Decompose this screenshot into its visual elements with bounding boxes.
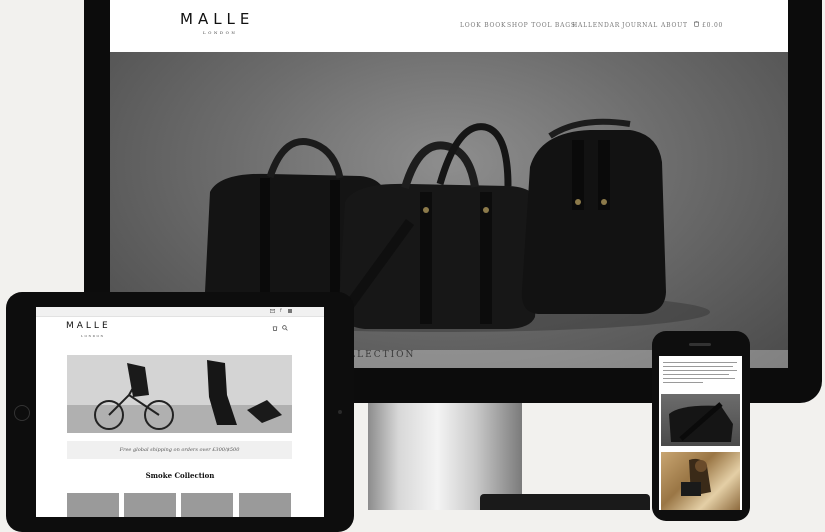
cart-total[interactable]: £0.00 [702, 22, 723, 29]
mobile-text-line [663, 370, 737, 371]
tablet-logo-subtitle: LONDON [81, 334, 105, 338]
mobile-text-line [663, 382, 703, 383]
cyclist-photo [67, 355, 292, 433]
site-logo[interactable]: MALLE [180, 10, 254, 28]
bag-photo [669, 402, 733, 442]
site-header: MALLE LONDON LOOK BOOK SHOP TOOL BAGS HA… [110, 0, 788, 52]
cart-icon[interactable] [272, 325, 278, 331]
tablet-website: f MALLE LONDON Free global shipping on o… [36, 307, 324, 517]
ipad-home-button [14, 405, 30, 421]
lifestyle-photo [681, 458, 711, 496]
product-thumb[interactable] [67, 493, 119, 517]
site-logo-subtitle: LONDON [203, 30, 238, 35]
facebook-icon[interactable]: f [280, 308, 282, 314]
mobile-text-line [663, 374, 729, 375]
tablet-top-bar: f [36, 307, 324, 317]
mobile-text-line [663, 378, 735, 379]
imac-stand-base [480, 494, 650, 510]
tablet-hero-photo [67, 355, 292, 433]
nav-journal[interactable]: JOURNAL [622, 22, 658, 29]
shipping-banner: Free global shipping on orders over £300… [67, 441, 292, 459]
envelope-icon[interactable] [270, 309, 275, 313]
product-thumb[interactable] [181, 493, 233, 517]
product-thumb[interactable] [239, 493, 291, 517]
search-icon[interactable] [282, 325, 288, 331]
nav-look-book[interactable]: LOOK BOOK [460, 22, 506, 29]
section-heading: Smoke Collection [145, 471, 215, 480]
mobile-product-photo[interactable] [661, 394, 740, 446]
mobile-website [659, 356, 742, 510]
mobile-text-line [663, 362, 737, 363]
nav-about[interactable]: ABOUT [661, 22, 688, 29]
cart-icon[interactable] [693, 20, 700, 27]
iphone-speaker [689, 343, 711, 346]
product-thumb[interactable] [124, 493, 176, 517]
twitter-icon[interactable] [288, 309, 292, 313]
ipad-camera [338, 410, 342, 414]
nav-hallendar[interactable]: HALLENDAR [572, 22, 620, 29]
mobile-text-line [663, 366, 733, 367]
nav-shop-tool-bags[interactable]: SHOP TOOL BAGS [507, 22, 576, 29]
tablet-logo[interactable]: MALLE [66, 321, 111, 331]
mobile-lifestyle-photo[interactable] [661, 452, 740, 510]
